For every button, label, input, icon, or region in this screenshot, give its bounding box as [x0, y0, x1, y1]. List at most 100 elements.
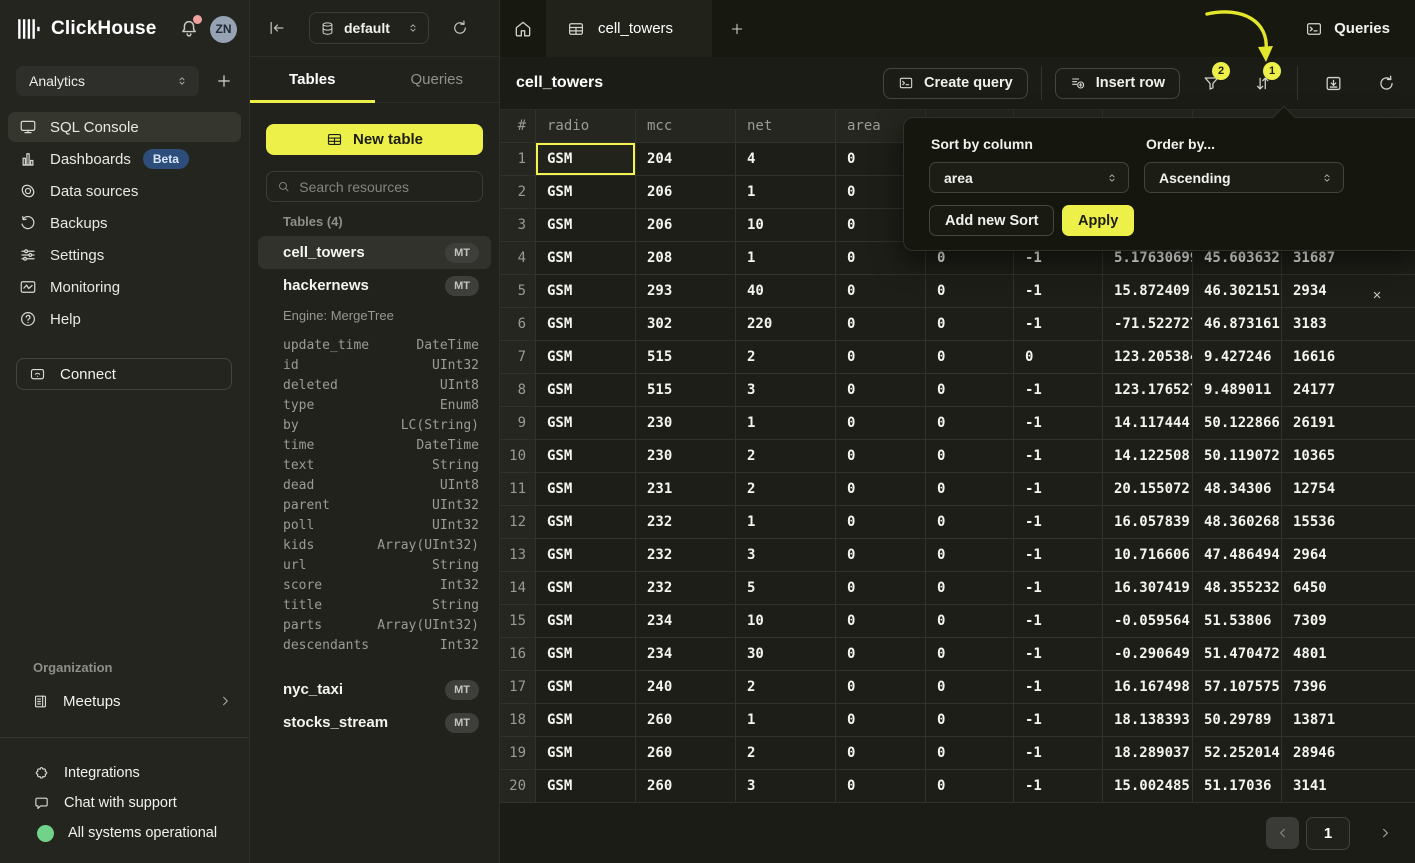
- workspace-select[interactable]: Analytics: [16, 66, 199, 96]
- grid-cell[interactable]: 0: [836, 308, 926, 341]
- grid-cell[interactable]: 46.873161: [1193, 308, 1282, 341]
- grid-cell[interactable]: -1: [1014, 770, 1103, 803]
- grid-cell[interactable]: 2934: [1282, 275, 1415, 308]
- grid-cell[interactable]: 0: [926, 704, 1014, 737]
- row-number-cell[interactable]: 1: [500, 143, 536, 176]
- refresh-button[interactable]: [1371, 68, 1401, 98]
- grid-cell[interactable]: 14.122508: [1103, 440, 1193, 473]
- grid-cell[interactable]: 40: [736, 275, 836, 308]
- table-list-item-cell_towers[interactable]: cell_towersMT: [258, 236, 491, 269]
- create-query-button[interactable]: Create query: [883, 68, 1028, 99]
- previous-page-button[interactable]: [1266, 817, 1299, 849]
- grid-cell[interactable]: 0: [836, 341, 926, 374]
- grid-cell[interactable]: 10365: [1282, 440, 1415, 473]
- grid-cell[interactable]: 260: [636, 770, 736, 803]
- grid-cell[interactable]: 230: [636, 407, 736, 440]
- grid-cell[interactable]: 0: [926, 407, 1014, 440]
- footer-item-chat-with-support[interactable]: Chat with support: [33, 788, 239, 818]
- grid-cell[interactable]: -1: [1014, 671, 1103, 704]
- grid-cell[interactable]: 0: [926, 275, 1014, 308]
- grid-cell[interactable]: GSM: [536, 638, 636, 671]
- grid-cell[interactable]: 48.34306: [1193, 473, 1282, 506]
- grid-cell[interactable]: 16.167498: [1103, 671, 1193, 704]
- grid-cell[interactable]: 0: [926, 605, 1014, 638]
- row-number-cell[interactable]: 18: [500, 704, 536, 737]
- grid-cell[interactable]: 15.872409: [1103, 275, 1193, 308]
- row-number-cell[interactable]: 19: [500, 737, 536, 770]
- grid-cell[interactable]: 10.716606: [1103, 539, 1193, 572]
- insert-row-button[interactable]: Insert row: [1055, 68, 1180, 99]
- grid-cell[interactable]: GSM: [536, 275, 636, 308]
- grid-cell[interactable]: 0: [836, 440, 926, 473]
- grid-cell[interactable]: GSM: [536, 671, 636, 704]
- connect-button[interactable]: Connect: [16, 358, 232, 390]
- grid-cell[interactable]: 4: [736, 143, 836, 176]
- grid-cell[interactable]: GSM: [536, 704, 636, 737]
- grid-cell[interactable]: 232: [636, 572, 736, 605]
- grid-cell[interactable]: 0: [926, 770, 1014, 803]
- grid-cell[interactable]: 1: [736, 704, 836, 737]
- grid-cell[interactable]: 51.53806: [1193, 605, 1282, 638]
- grid-cell[interactable]: 3: [736, 374, 836, 407]
- sidebar-item-data-sources[interactable]: Data sources: [8, 176, 241, 206]
- grid-cell[interactable]: 47.486494: [1193, 539, 1282, 572]
- grid-cell[interactable]: 0: [926, 737, 1014, 770]
- grid-cell[interactable]: GSM: [536, 209, 636, 242]
- grid-cell[interactable]: 240: [636, 671, 736, 704]
- grid-cell[interactable]: -1: [1014, 704, 1103, 737]
- grid-cell[interactable]: 28946: [1282, 737, 1415, 770]
- grid-cell[interactable]: 6450: [1282, 572, 1415, 605]
- grid-cell[interactable]: 0: [926, 638, 1014, 671]
- grid-cell[interactable]: 51.17036: [1193, 770, 1282, 803]
- grid-cell[interactable]: 2964: [1282, 539, 1415, 572]
- grid-cell[interactable]: 9.489011: [1193, 374, 1282, 407]
- tab-cell-towers[interactable]: cell_towers: [547, 0, 712, 57]
- grid-cell[interactable]: 0: [926, 440, 1014, 473]
- row-number-cell[interactable]: 17: [500, 671, 536, 704]
- current-page-button[interactable]: 1: [1306, 817, 1350, 850]
- grid-cell[interactable]: 234: [636, 638, 736, 671]
- grid-cell[interactable]: -0.059564: [1103, 605, 1193, 638]
- row-number-cell[interactable]: 7: [500, 341, 536, 374]
- tab-tables[interactable]: Tables: [250, 57, 375, 102]
- grid-cell[interactable]: 123.176527: [1103, 374, 1193, 407]
- new-tab-button[interactable]: [712, 0, 762, 57]
- table-list-item-stocks_stream[interactable]: stocks_streamMT: [258, 706, 491, 739]
- grid-cell[interactable]: 232: [636, 539, 736, 572]
- grid-cell[interactable]: -1: [1014, 473, 1103, 506]
- next-page-button[interactable]: [1368, 817, 1401, 849]
- row-number-cell[interactable]: 9: [500, 407, 536, 440]
- grid-cell[interactable]: 12754: [1282, 473, 1415, 506]
- grid-column-header[interactable]: #: [500, 110, 536, 143]
- grid-cell[interactable]: GSM: [536, 605, 636, 638]
- grid-cell[interactable]: 0: [926, 308, 1014, 341]
- remove-sort-button[interactable]: ×: [1366, 284, 1388, 306]
- grid-cell[interactable]: 0: [836, 770, 926, 803]
- sidebar-item-backups[interactable]: Backups: [8, 208, 241, 238]
- grid-cell[interactable]: 46.302151: [1193, 275, 1282, 308]
- grid-cell[interactable]: 1: [736, 242, 836, 275]
- sort-column-select[interactable]: area: [929, 162, 1129, 193]
- grid-cell[interactable]: -1: [1014, 737, 1103, 770]
- grid-cell[interactable]: 260: [636, 737, 736, 770]
- row-number-cell[interactable]: 2: [500, 176, 536, 209]
- grid-cell[interactable]: 206: [636, 209, 736, 242]
- notifications-button[interactable]: [178, 18, 200, 40]
- table-list-item-hackernews[interactable]: hackernewsMT: [258, 269, 491, 302]
- grid-cell[interactable]: 123.205384: [1103, 341, 1193, 374]
- grid-column-header[interactable]: mcc: [636, 110, 736, 143]
- tab-queries[interactable]: Queries: [375, 57, 500, 102]
- grid-cell[interactable]: 48.360268: [1193, 506, 1282, 539]
- grid-cell[interactable]: 0: [1014, 341, 1103, 374]
- grid-cell[interactable]: 0: [836, 539, 926, 572]
- download-button[interactable]: [1318, 68, 1348, 98]
- grid-cell[interactable]: GSM: [536, 143, 636, 176]
- grid-cell[interactable]: GSM: [536, 407, 636, 440]
- grid-cell[interactable]: -1: [1014, 407, 1103, 440]
- grid-cell[interactable]: GSM: [536, 440, 636, 473]
- grid-cell[interactable]: 0: [836, 506, 926, 539]
- footer-item-all-systems-operational[interactable]: All systems operational: [33, 818, 239, 848]
- grid-cell[interactable]: 0: [926, 506, 1014, 539]
- grid-cell[interactable]: 48.355232: [1193, 572, 1282, 605]
- sidebar-item-help[interactable]: Help: [8, 304, 241, 334]
